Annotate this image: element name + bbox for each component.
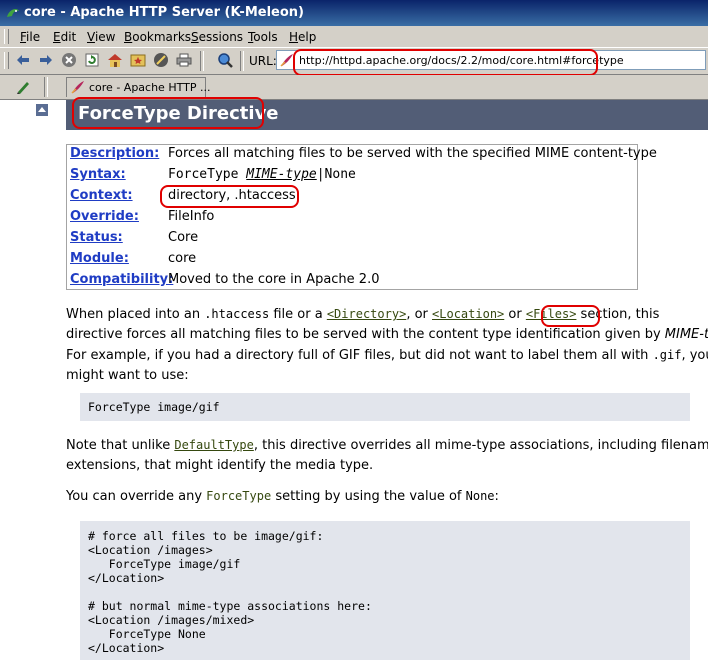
menu-bar: File Edit View Bookmarks Sessions Tools … <box>0 26 708 48</box>
override-value: FileInfo <box>168 209 215 224</box>
location-link[interactable]: <Location> <box>432 307 504 321</box>
up-arrow-icon[interactable] <box>36 104 48 116</box>
page-title: ForceType Directive <box>78 103 279 124</box>
apache-feather-icon <box>71 81 84 94</box>
magic-icon[interactable] <box>152 51 170 69</box>
table-row: Syntax: ForceType MIME-type|None <box>70 166 636 187</box>
window-titlebar: core - Apache HTTP Server (K-Meleon) <box>0 0 708 26</box>
page-content: ForceType Directive Description: Forces … <box>0 97 708 668</box>
directive-heading-bar: ForceType Directive <box>66 100 708 130</box>
menu-bookmarks[interactable]: Bookmarks <box>124 30 191 44</box>
toolbar-separator <box>240 51 244 71</box>
module-link[interactable]: Module: <box>70 251 129 266</box>
context-value: directory, .htaccess <box>168 188 296 203</box>
bookmarks-icon[interactable] <box>129 51 147 69</box>
url-text: http://httpd.apache.org/docs/2.2/mod/cor… <box>299 54 624 67</box>
stop-icon[interactable] <box>60 51 78 69</box>
forward-icon[interactable] <box>37 51 55 69</box>
reload-icon[interactable] <box>83 51 101 69</box>
table-row: Module: core <box>70 250 636 271</box>
table-row: Status: Core <box>70 229 636 250</box>
url-label: URL: <box>249 54 277 68</box>
directive-table: Description: Forces all matching files t… <box>66 144 657 292</box>
print-icon[interactable] <box>175 51 193 69</box>
menubar-grip <box>4 29 9 44</box>
status-value: Core <box>168 230 199 245</box>
tab-bar: core - Apache HTTP ... <box>0 75 708 100</box>
code-example-1: ForceType image/gif <box>80 393 690 421</box>
search-icon[interactable] <box>216 51 234 69</box>
apache-feather-icon <box>280 54 293 67</box>
module-value: core <box>168 251 197 266</box>
context-link[interactable]: Context: <box>70 188 133 203</box>
forcetype-link[interactable]: ForceType <box>206 489 271 503</box>
tab-core[interactable]: core - Apache HTTP ... <box>66 77 210 97</box>
navigation-toolbar: URL: http://httpd.apache.org/docs/2.2/mo… <box>0 48 708 75</box>
files-link[interactable]: <Files> <box>526 307 577 321</box>
window-title: core - Apache HTTP Server (K-Meleon) <box>24 5 304 20</box>
k-meleon-logo-icon <box>7 9 19 17</box>
menu-sessions[interactable]: Sessions <box>191 30 243 44</box>
table-row: Context: directory, .htaccess <box>70 187 636 208</box>
toolbar-grip <box>4 52 9 69</box>
note-paragraph: Note that unlike DefaultType, this direc… <box>66 438 708 473</box>
table-row: Compatibility: Moved to the core in Apac… <box>70 271 636 292</box>
syntax-value: ForceType MIME-type|None <box>168 167 356 182</box>
description-link[interactable]: Description: <box>70 146 159 161</box>
status-link[interactable]: Status: <box>70 230 123 245</box>
defaulttype-link[interactable]: DefaultType <box>174 438 253 452</box>
table-row: Description: Forces all matching files t… <box>70 145 657 166</box>
menu-view[interactable]: View <box>87 30 115 44</box>
bookmark-pen-icon[interactable] <box>14 78 32 96</box>
syntax-link[interactable]: Syntax: <box>70 167 126 182</box>
menu-help[interactable]: Help <box>289 30 316 44</box>
back-icon[interactable] <box>14 51 32 69</box>
compatibility-link[interactable]: Compatibility: <box>70 272 173 287</box>
intro-paragraph: When placed into an .htaccess file or a … <box>66 307 708 383</box>
compatibility-value: Moved to the core in Apache 2.0 <box>168 272 380 287</box>
toolbar-separator <box>200 51 204 71</box>
tabbar-separator <box>44 77 48 97</box>
code-example-2: # force all files to be image/gif: <Loca… <box>80 521 690 660</box>
override-link[interactable]: Override: <box>70 209 139 224</box>
table-row: Override: FileInfo <box>70 208 636 229</box>
home-icon[interactable] <box>106 51 124 69</box>
description-value: Forces all matching files to be served w… <box>168 146 657 161</box>
directory-link[interactable]: <Directory> <box>327 307 406 321</box>
url-input[interactable]: http://httpd.apache.org/docs/2.2/mod/cor… <box>276 50 706 70</box>
menu-file[interactable]: File <box>20 30 40 44</box>
menu-tools[interactable]: Tools <box>248 30 278 44</box>
menu-edit[interactable]: Edit <box>53 30 76 44</box>
tab-label: core - Apache HTTP ... <box>89 81 211 94</box>
override-paragraph: You can override any ForceType setting b… <box>66 489 499 504</box>
